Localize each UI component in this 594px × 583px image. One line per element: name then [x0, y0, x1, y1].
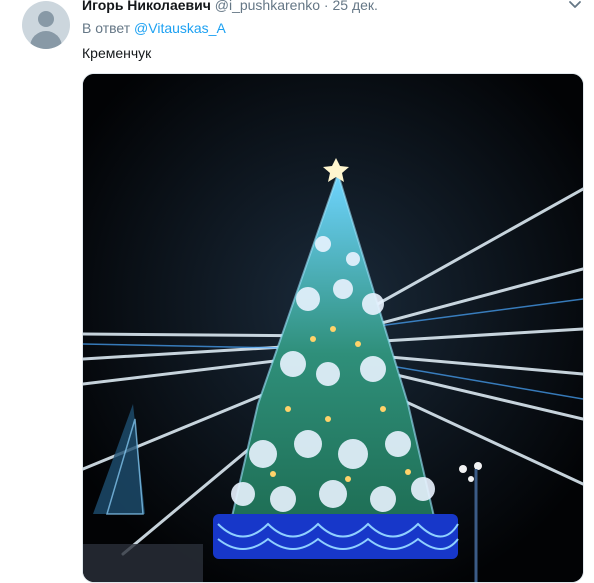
reply-mention-link[interactable]: @Vitauskas_A — [134, 20, 226, 36]
tweet-text: Кременчук — [82, 45, 152, 61]
chevron-down-icon[interactable] — [568, 0, 582, 11]
reply-context: В ответ @Vitauskas_A — [82, 19, 226, 37]
author-handle[interactable]: @i_pushkarenko — [215, 0, 320, 13]
separator-dot: · — [323, 0, 329, 13]
reply-prefix: В ответ — [82, 20, 131, 36]
avatar-head-shape — [38, 11, 54, 27]
tweet-header: Игорь Николаевич @i_pushkarenko · 25 дек… — [82, 0, 378, 14]
tweet-date[interactable]: 25 дек. — [332, 0, 377, 13]
christmas-tree-photo — [83, 74, 583, 582]
tweet-photo[interactable] — [82, 73, 584, 583]
avatar[interactable] — [22, 1, 70, 49]
avatar-body-shape — [30, 31, 62, 49]
tweet[interactable]: Игорь Николаевич @i_pushkarenko · 25 дек… — [0, 0, 594, 583]
author-name[interactable]: Игорь Николаевич — [82, 0, 211, 13]
